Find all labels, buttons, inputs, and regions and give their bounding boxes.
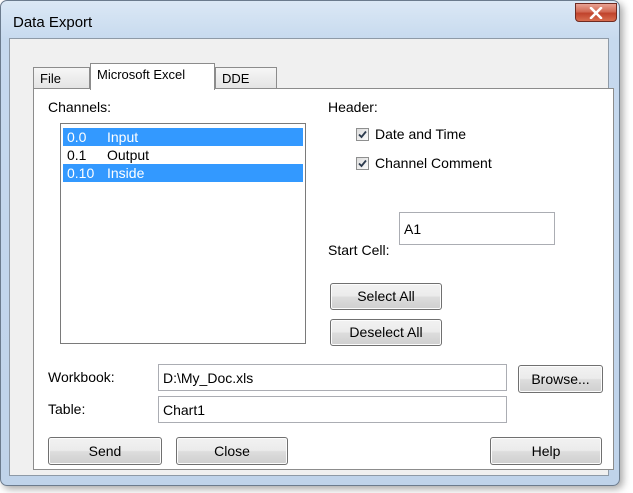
send-button[interactable]: Send: [48, 437, 162, 465]
tab-microsoft-excel[interactable]: Microsoft Excel: [90, 63, 215, 90]
date-time-checkbox[interactable]: [356, 128, 369, 141]
date-time-label[interactable]: Date and Time: [375, 126, 466, 142]
workbook-label: Workbook:: [48, 369, 115, 385]
channel-name: Inside: [107, 165, 145, 181]
channel-comment-label[interactable]: Channel Comment: [375, 155, 492, 171]
browse-button[interactable]: Browse...: [518, 365, 603, 393]
start-cell-input[interactable]: [399, 212, 555, 245]
checkmark-icon: [358, 159, 367, 168]
tab-file[interactable]: File: [33, 67, 90, 89]
header-label: Header:: [328, 99, 378, 115]
deselect-all-button[interactable]: Deselect All: [330, 319, 442, 346]
list-item[interactable]: 0.1 Output: [63, 146, 303, 164]
channel-number: 0.0: [67, 129, 87, 145]
tab-dde[interactable]: DDE: [215, 67, 277, 89]
channel-number: 0.1: [67, 147, 87, 163]
channel-name: Input: [107, 129, 139, 145]
channels-listbox[interactable]: 0.0 Input 0.1 Output 0.10 Inside: [60, 123, 306, 344]
help-button[interactable]: Help: [490, 437, 602, 465]
window-close-button[interactable]: [575, 3, 617, 22]
channels-label: Channels:: [48, 99, 112, 115]
channel-name: Output: [107, 147, 150, 163]
close-button[interactable]: Close: [176, 437, 288, 465]
start-cell-label: Start Cell:: [328, 242, 390, 258]
workbook-input[interactable]: [158, 364, 507, 391]
close-icon: [589, 6, 603, 19]
table-label: Table:: [48, 401, 86, 417]
list-item[interactable]: 0.10 Inside: [63, 164, 303, 182]
list-item[interactable]: 0.0 Input: [63, 128, 303, 146]
select-all-button[interactable]: Select All: [330, 283, 442, 310]
channel-comment-checkbox[interactable]: [356, 157, 369, 170]
checkmark-icon: [358, 130, 367, 139]
table-input[interactable]: [158, 396, 507, 423]
window-title: Data Export: [13, 14, 93, 31]
channel-number: 0.10: [67, 165, 95, 181]
